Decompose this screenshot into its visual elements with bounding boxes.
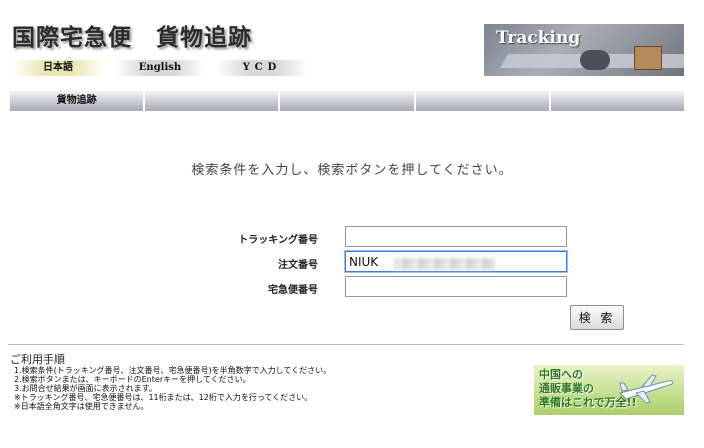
language-ycd-link[interactable]: YCD bbox=[216, 60, 308, 76]
search-button[interactable]: 検 索 bbox=[570, 305, 624, 330]
usage-step: 1.検索条件(トラッキング番号、注文番号、宅急便番号)を半角数字で入力してくださ… bbox=[14, 366, 332, 375]
tab-empty-2 bbox=[145, 91, 279, 111]
search-instruction: 検索条件を入力し、検索ボタンを押してください。 bbox=[191, 163, 513, 178]
redacted-order-digits bbox=[394, 258, 496, 270]
takkyubin-number-input[interactable] bbox=[345, 276, 567, 297]
airplane-engine-graphic bbox=[580, 50, 610, 70]
usage-note: ※トラッキング番号、宅急便番号は、11桁または、12桁で入力を行ってください。 bbox=[14, 393, 313, 402]
takkyubin-number-label: 宅急便番号 bbox=[268, 285, 318, 296]
tab-empty-5 bbox=[550, 91, 685, 111]
usage-note: ※日本語全角文字は使用できません。 bbox=[14, 402, 149, 411]
section-divider bbox=[8, 344, 684, 345]
usage-step: 2.検索ボタンまたは、キーボードのEnterキーを押してください。 bbox=[14, 375, 251, 384]
tab-cargo-tracking[interactable]: 貨物追跡 bbox=[10, 91, 144, 111]
airplane-icon bbox=[619, 374, 673, 404]
language-english-link[interactable]: English bbox=[114, 60, 206, 76]
tracking-banner: Tracking bbox=[484, 24, 684, 76]
usage-guide-title: ご利用手順 bbox=[10, 353, 65, 366]
usage-guide-list: 1.検索条件(トラッキング番号、注文番号、宅急便番号)を半角数字で入力してくださ… bbox=[14, 366, 331, 411]
page-title: 国際宅急便 貨物追跡 bbox=[12, 24, 252, 51]
tracking-number-label: トラッキング番号 bbox=[238, 235, 318, 246]
usage-step: 3.お問合せ結果が画面に表示されます。 bbox=[14, 384, 157, 393]
order-number-label: 注文番号 bbox=[278, 260, 318, 271]
cargo-box-graphic bbox=[634, 46, 662, 70]
tab-empty-3 bbox=[280, 91, 414, 111]
main-nav: 貨物追跡 bbox=[10, 91, 685, 111]
banner-title: Tracking bbox=[496, 28, 581, 48]
tab-empty-4 bbox=[415, 91, 549, 111]
tracking-number-input[interactable] bbox=[345, 226, 567, 247]
language-japanese-link[interactable]: 日本語 bbox=[12, 60, 104, 76]
china-ecommerce-ad-banner[interactable]: 中国への 通販事業の 準備はこれで万全!! bbox=[534, 365, 684, 415]
